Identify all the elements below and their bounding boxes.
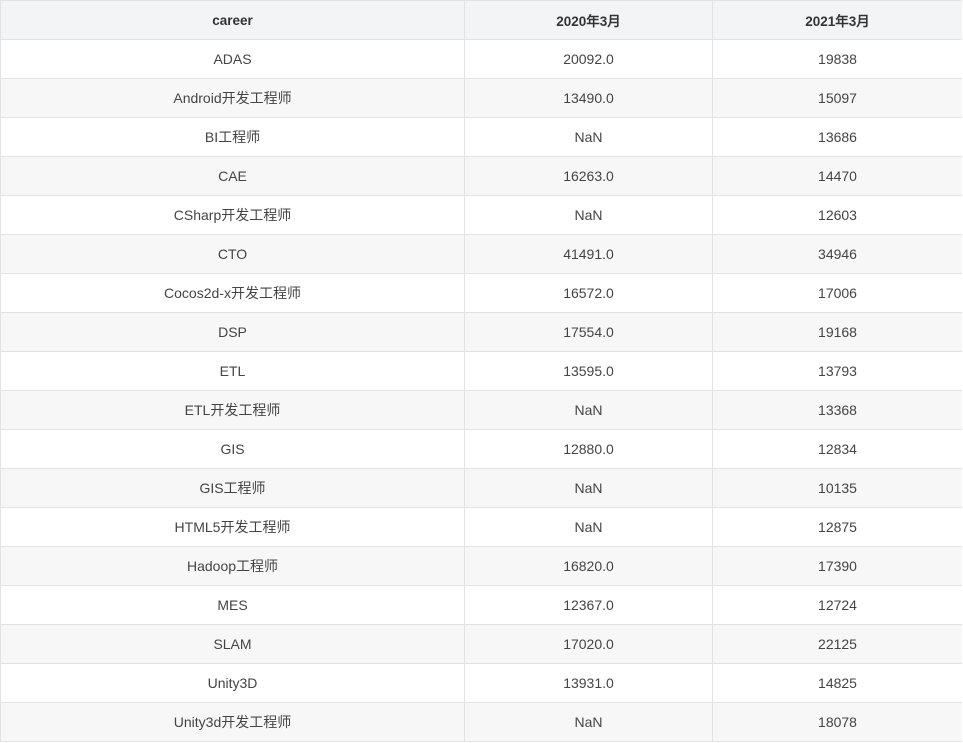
table-row: CAE 16263.0 14470	[0, 156, 962, 196]
career-cell: BI工程师	[0, 117, 465, 157]
table-row: Cocos2d-x开发工程师 16572.0 17006	[0, 273, 962, 313]
salary-2021-cell: 22125	[712, 624, 962, 664]
salary-2021-cell: 19168	[712, 312, 962, 352]
salary-2021-cell: 12724	[712, 585, 962, 625]
career-cell: CSharp开发工程师	[0, 195, 465, 235]
salary-2021-cell: 13686	[712, 117, 962, 157]
salary-2021-cell: 12834	[712, 429, 962, 469]
table-row: GIS 12880.0 12834	[0, 429, 962, 469]
header-row: career 2020年3月 2021年3月	[0, 0, 962, 40]
column-header-2021-march: 2021年3月	[712, 0, 962, 40]
table-row: ADAS 20092.0 19838	[0, 39, 962, 79]
salary-2021-cell: 18078	[712, 702, 962, 742]
salary-2021-cell: 17006	[712, 273, 962, 313]
salary-2020-cell: NaN	[464, 117, 713, 157]
table-row: Unity3d开发工程师 NaN 18078	[0, 702, 962, 742]
salary-2020-cell: 41491.0	[464, 234, 713, 274]
table-row: Unity3D 13931.0 14825	[0, 663, 962, 703]
salary-2021-cell: 17390	[712, 546, 962, 586]
salary-2020-cell: NaN	[464, 507, 713, 547]
career-cell: CTO	[0, 234, 465, 274]
career-cell: Unity3d开发工程师	[0, 702, 465, 742]
table-row: DSP 17554.0 19168	[0, 312, 962, 352]
table-row: ETL开发工程师 NaN 13368	[0, 390, 962, 430]
career-salary-table: career 2020年3月 2021年3月 ADAS 20092.0 19838 A…	[0, 0, 962, 742]
table-row: CTO 41491.0 34946	[0, 234, 962, 274]
salary-2020-cell: 12367.0	[464, 585, 713, 625]
career-cell: ETL	[0, 351, 465, 391]
salary-2020-cell: NaN	[464, 195, 713, 235]
table-row: GIS工程师 NaN 10135	[0, 468, 962, 508]
table-row: BI工程师 NaN 13686	[0, 117, 962, 157]
career-cell: Hadoop工程师	[0, 546, 465, 586]
salary-2020-cell: 12880.0	[464, 429, 713, 469]
career-cell: SLAM	[0, 624, 465, 664]
career-cell: ADAS	[0, 39, 465, 79]
career-cell: Android开发工程师	[0, 78, 465, 118]
data-table-container: career 2020年3月 2021年3月 ADAS 20092.0 19838 A…	[0, 0, 962, 743]
salary-2021-cell: 10135	[712, 468, 962, 508]
career-cell: MES	[0, 585, 465, 625]
salary-2021-cell: 13793	[712, 351, 962, 391]
table-row: Hadoop工程师 16820.0 17390	[0, 546, 962, 586]
salary-2020-cell: 13595.0	[464, 351, 713, 391]
career-cell: HTML5开发工程师	[0, 507, 465, 547]
column-header-career: career	[0, 0, 465, 40]
career-cell: DSP	[0, 312, 465, 352]
salary-2021-cell: 14825	[712, 663, 962, 703]
salary-2021-cell: 14470	[712, 156, 962, 196]
salary-2020-cell: NaN	[464, 468, 713, 508]
table-row: MES 12367.0 12724	[0, 585, 962, 625]
table-row: CSharp开发工程师 NaN 12603	[0, 195, 962, 235]
salary-2020-cell: 17554.0	[464, 312, 713, 352]
salary-2020-cell: 16820.0	[464, 546, 713, 586]
salary-2020-cell: 16263.0	[464, 156, 713, 196]
salary-2020-cell: 13931.0	[464, 663, 713, 703]
career-cell: GIS工程师	[0, 468, 465, 508]
table-row: HTML5开发工程师 NaN 12875	[0, 507, 962, 547]
salary-2020-cell: 13490.0	[464, 78, 713, 118]
table-row: SLAM 17020.0 22125	[0, 624, 962, 664]
salary-2020-cell: NaN	[464, 702, 713, 742]
salary-2020-cell: 17020.0	[464, 624, 713, 664]
salary-2020-cell: NaN	[464, 390, 713, 430]
salary-2021-cell: 19838	[712, 39, 962, 79]
salary-2021-cell: 12875	[712, 507, 962, 547]
salary-2021-cell: 34946	[712, 234, 962, 274]
salary-2020-cell: 20092.0	[464, 39, 713, 79]
career-cell: GIS	[0, 429, 465, 469]
table-row: ETL 13595.0 13793	[0, 351, 962, 391]
salary-2021-cell: 13368	[712, 390, 962, 430]
table-row: Android开发工程师 13490.0 15097	[0, 78, 962, 118]
career-cell: Unity3D	[0, 663, 465, 703]
career-cell: ETL开发工程师	[0, 390, 465, 430]
salary-2020-cell: 16572.0	[464, 273, 713, 313]
column-header-2020-march: 2020年3月	[464, 0, 713, 40]
salary-2021-cell: 12603	[712, 195, 962, 235]
career-cell: Cocos2d-x开发工程师	[0, 273, 465, 313]
table-header: career 2020年3月 2021年3月	[0, 0, 962, 40]
salary-2021-cell: 15097	[712, 78, 962, 118]
table-body: ADAS 20092.0 19838 Android开发工程师 13490.0 15097…	[0, 39, 962, 742]
career-cell: CAE	[0, 156, 465, 196]
